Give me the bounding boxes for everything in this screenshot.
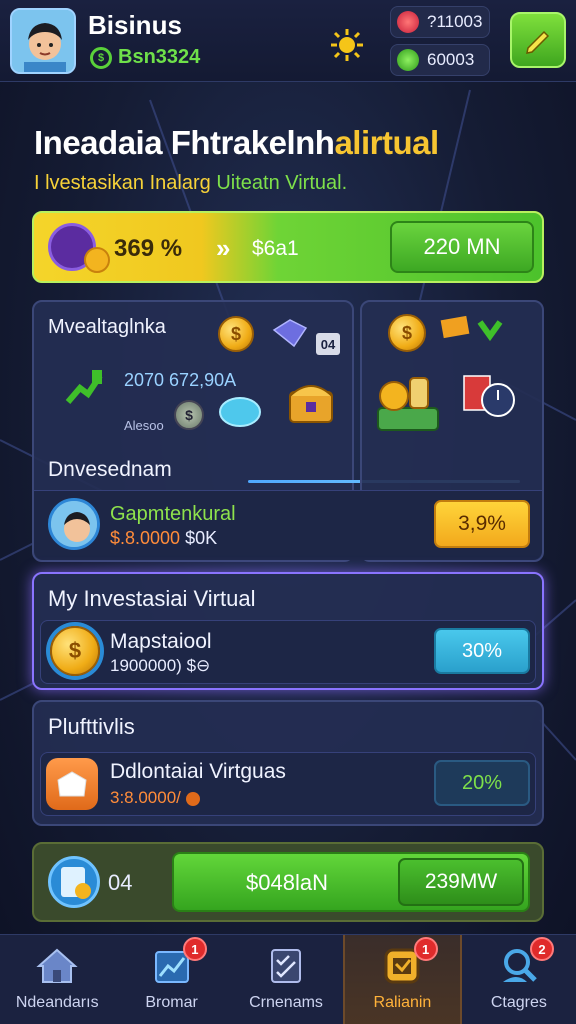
daily-bonus-icon[interactable]	[330, 28, 364, 62]
stat-gems-value: ?11003	[427, 12, 483, 31]
green-coin-icon	[397, 49, 419, 71]
stat-coins-value: 60003	[427, 50, 475, 69]
investment-percent-button[interactable]: 30%	[434, 628, 530, 674]
tab-label: Crnenams	[249, 994, 323, 1011]
growth-arrow-icon	[65, 370, 103, 404]
tab-label: Ctagres	[490, 994, 547, 1011]
tab-label: Ndeandarıs	[15, 994, 99, 1011]
coin-icon: $	[388, 314, 426, 352]
investment-item-amount: 1900000) $⊖	[110, 656, 210, 676]
investor-amount-suffix: $0K	[185, 528, 218, 548]
market-stat: 2070 672,90A	[124, 370, 237, 390]
tab-search[interactable]: 2 Ctagres	[462, 935, 576, 1024]
tab-ranking[interactable]: 1 Ralianin	[343, 935, 462, 1024]
banner-amount: 369 %	[114, 235, 183, 262]
page-title: Ineadaia Fhtrakelnhalirtual	[34, 124, 439, 162]
tab-home[interactable]: Ndeandarıs	[0, 935, 114, 1024]
edit-button[interactable]	[510, 12, 566, 68]
user-avatar[interactable]	[10, 8, 76, 74]
portfolio-item-amount: 3:8.0000/	[110, 788, 200, 808]
coin-icon: $	[50, 626, 100, 676]
balance-value: Bsn3324	[118, 46, 201, 68]
home-icon	[36, 948, 78, 983]
silver-coin-icon: $	[174, 400, 204, 430]
crystal-icon	[219, 397, 261, 427]
notification-badge: 1	[413, 937, 438, 961]
portfolio-percent-button[interactable]: 20%	[434, 760, 530, 806]
bottom-tab-bar: Ndeandarıs 1 Bromar Crnenams 1 Ralianin …	[0, 934, 576, 1024]
tab-market[interactable]: 1 Bromar	[114, 935, 228, 1024]
subtitle-green: Uiteatn Virtual.	[216, 172, 348, 194]
portfolio-coin-icon	[185, 791, 200, 806]
coin-icon: $	[218, 316, 254, 352]
banner-value: $6a1	[252, 237, 299, 260]
invest-percent-button[interactable]: 3,9%	[434, 500, 530, 548]
my-investment-title: My Investasiai Virtual	[48, 586, 256, 611]
banner-button[interactable]: 220 MN	[390, 221, 534, 273]
investment-section-label: Dnvesednam	[48, 458, 172, 481]
tab-tasks[interactable]: Crnenams	[229, 935, 343, 1024]
portfolio-item-amount-value: 3:8.0000/	[110, 788, 181, 807]
checklist-icon	[271, 949, 302, 983]
bottom-count: 04	[108, 870, 133, 895]
subtitle-yellow: I lvestasikan Inalarg	[34, 172, 211, 194]
clock-chart-icon	[463, 375, 515, 417]
notification-badge: 2	[530, 937, 555, 961]
investor-name: Gapmtenkural	[110, 503, 236, 525]
investment-item-name: Mapstaiool	[110, 630, 212, 653]
tab-label: Bromar	[145, 994, 198, 1011]
bottom-action-button[interactable]: 239MW	[398, 858, 524, 906]
page-title-accent: alirtual	[334, 124, 439, 161]
page-title-main: Ineadaia Fhtrakelnh	[34, 124, 335, 161]
investor-avatar	[48, 498, 100, 550]
notification-badge: 1	[182, 937, 207, 961]
badge-box: 04	[316, 333, 340, 355]
money-stack-icon	[377, 377, 439, 431]
market-panel-title: Mvealtaglnka	[48, 316, 166, 338]
investor-amount-value: $.8.0000	[110, 528, 181, 548]
stat-pill-gems[interactable]: ?11003	[390, 6, 490, 38]
bottom-value: $048laN	[246, 870, 328, 895]
portfolio-item-name: Ddlontaiai Virtguas	[110, 760, 286, 783]
tickets-icon	[440, 315, 503, 342]
top-header: Bisinus $ Bsn3324 ?11003 60003	[0, 0, 576, 82]
investment-item-amount-value: 1900000)	[110, 656, 182, 675]
pencil-icon	[526, 30, 550, 54]
balance-row: $ Bsn3324	[90, 46, 200, 69]
treasure-chest-icon	[289, 385, 333, 423]
currency-icon: $	[90, 46, 112, 69]
investment-item-amount-suffix: $⊖	[186, 656, 211, 675]
investor-amount: $.8.0000 $0K	[110, 528, 217, 549]
stat-pill-coins[interactable]: 60003	[390, 44, 490, 76]
username: Bisinus	[88, 10, 182, 40]
market-small-label: Alesoo	[124, 418, 164, 433]
portfolio-title: Plufttivlis	[48, 714, 135, 739]
arrow-right-icon: »	[216, 233, 231, 263]
summary-banner[interactable]: 369 % » $6a1 220 MN	[32, 211, 544, 283]
coin-icon	[84, 247, 110, 273]
portfolio-item-icon	[46, 758, 98, 810]
ruby-icon	[397, 11, 419, 33]
tab-label: Ralianin	[373, 994, 432, 1011]
page-subtitle: I lvestasikan Inalarg Uiteatn Virtual.	[34, 172, 347, 195]
gem-icon	[272, 319, 308, 348]
wallet-icon	[48, 856, 100, 908]
